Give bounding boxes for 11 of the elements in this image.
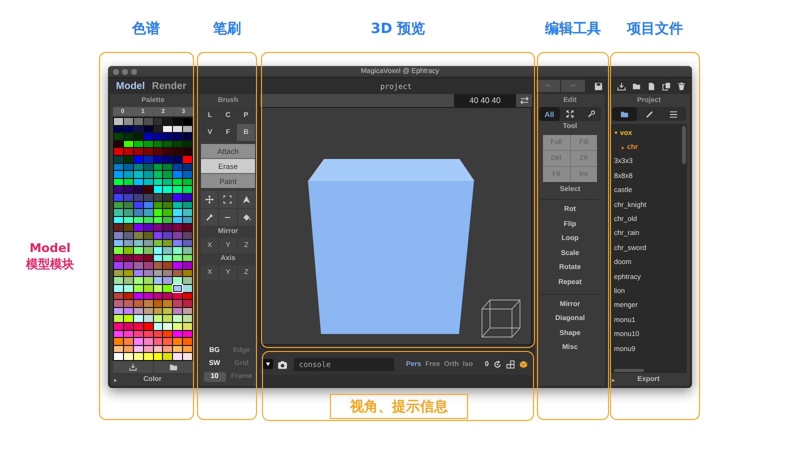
section-caption: 编辑工具 bbox=[545, 20, 601, 38]
mode-tab[interactable]: Render bbox=[152, 80, 186, 92]
section-caption: 色谱 bbox=[132, 20, 160, 38]
side-caption: Model bbox=[29, 240, 71, 256]
bottom-caption: 视角、提示信息 bbox=[330, 394, 468, 419]
section-caption: 3D 预览 bbox=[370, 20, 426, 38]
mode-tab[interactable]: Model bbox=[116, 80, 145, 92]
section-caption: 项目文件 bbox=[627, 20, 683, 38]
size-field[interactable]: 40 40 40 bbox=[454, 94, 516, 107]
side-caption: 模型模块 bbox=[26, 256, 74, 272]
section-caption: 笔刷 bbox=[213, 20, 241, 38]
